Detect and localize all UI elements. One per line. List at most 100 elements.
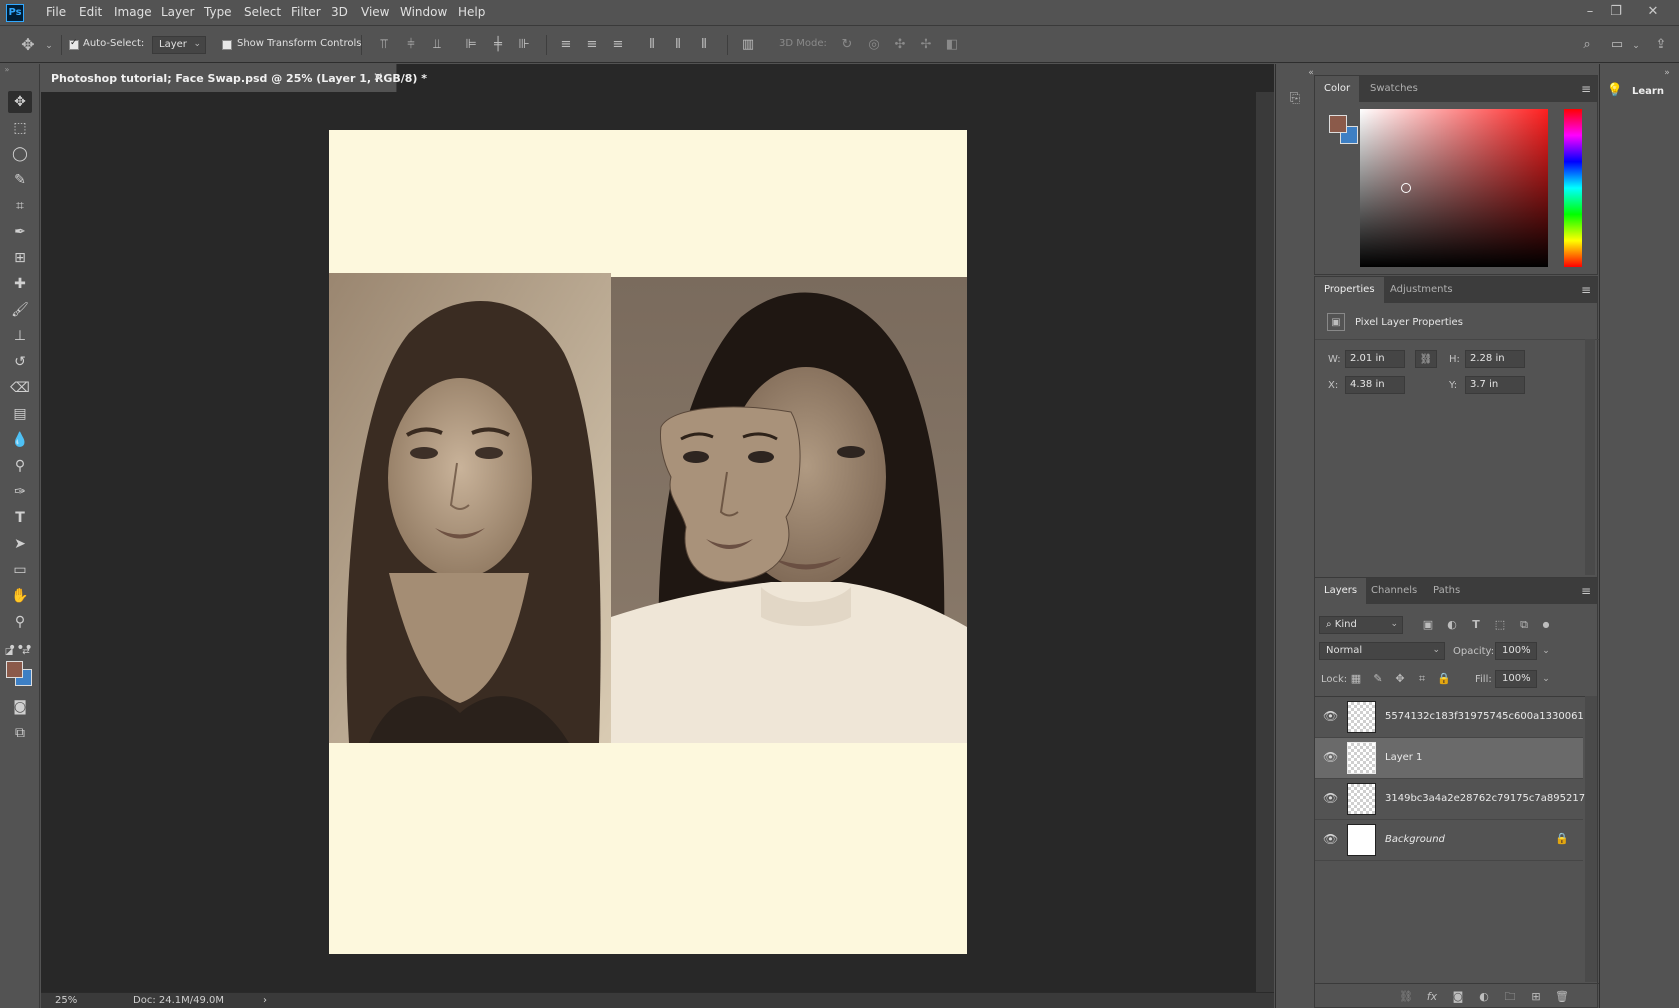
quick-selection-tool-icon[interactable]: ✎ (8, 169, 32, 191)
filter-pixel-icon[interactable]: ▣ (1419, 616, 1437, 634)
fill-chevron-icon[interactable]: ⌄ (1537, 670, 1555, 688)
menu-help[interactable]: Help (458, 5, 485, 19)
distribute-left-icon[interactable]: ⦀ (643, 36, 661, 54)
hue-slider[interactable] (1564, 109, 1582, 267)
share-icon[interactable]: ⇪ (1652, 36, 1670, 54)
panel-menu-icon[interactable]: ≡ (1581, 82, 1591, 96)
layer-name[interactable]: Layer 1 (1385, 752, 1422, 763)
workspace-icon[interactable]: ▭ (1608, 36, 1626, 54)
color-panel-fg-swatch[interactable] (1329, 115, 1347, 133)
orbit-3d-icon[interactable]: ↻ (838, 36, 856, 54)
expand-panels-icon[interactable]: » (1658, 64, 1676, 82)
filter-adjustment-icon[interactable]: ◐ (1443, 616, 1461, 634)
workspace-chevron-icon[interactable]: ⌄ (1627, 37, 1645, 55)
distribute-bottom-icon[interactable]: ≡ (609, 36, 627, 54)
layer-name[interactable]: 5574132c183f31975745c600a1330061 (1385, 711, 1584, 722)
distribute-top-icon[interactable]: ≡ (557, 36, 575, 54)
show-transform-checkbox[interactable] (222, 40, 232, 50)
delete-layer-icon[interactable]: 🗑 (1553, 988, 1571, 1006)
rectangle-tool-icon[interactable]: ▭ (8, 559, 32, 581)
color-picker-cursor[interactable] (1401, 183, 1411, 193)
tool-preset-chevron-icon[interactable]: ⌄ (40, 37, 58, 55)
distribute-right-icon[interactable]: ⦀ (695, 36, 713, 54)
menu-window[interactable]: Window (400, 5, 447, 19)
opacity-field[interactable]: 100% (1495, 642, 1537, 660)
tab-swatches[interactable]: Swatches (1361, 76, 1427, 102)
tab-paths[interactable]: Paths (1424, 578, 1469, 604)
dodge-tool-icon[interactable]: ⚲ (8, 455, 32, 477)
zoom-tool-icon[interactable]: ⚲ (8, 611, 32, 633)
roll-3d-icon[interactable]: ◎ (865, 36, 883, 54)
layer-row[interactable]: 👁 3149bc3a4a2e28762c79175c7a895217 (1315, 779, 1585, 820)
align-right-edges-icon[interactable]: ⊪ (515, 36, 533, 54)
layer-name[interactable]: 3149bc3a4a2e28762c79175c7a895217 (1385, 793, 1585, 804)
eraser-tool-icon[interactable]: ⌫ (8, 377, 32, 399)
frame-tool-icon[interactable]: ⊞ (8, 247, 32, 269)
healing-brush-tool-icon[interactable]: ✚ (8, 273, 32, 295)
default-colors-icon[interactable]: ◪ (3, 641, 15, 663)
filter-shape-icon[interactable]: ⬚ (1491, 616, 1509, 634)
status-arrow-icon[interactable]: › (263, 995, 267, 1006)
fill-field[interactable]: 100% (1495, 670, 1537, 688)
pan-3d-icon[interactable]: ✣ (891, 36, 909, 54)
layer-row[interactable]: 👁 5574132c183f31975745c600a1330061 (1315, 697, 1584, 738)
align-left-edges-icon[interactable]: ⊫ (462, 36, 480, 54)
move-tool-icon[interactable]: ✥ (8, 91, 32, 113)
foreground-color-swatch[interactable] (6, 661, 23, 678)
layer-filter-dropdown[interactable]: ⌕ Kind ⌄ (1319, 616, 1403, 634)
history-brush-tool-icon[interactable]: ↺ (8, 351, 32, 373)
eyedropper-tool-icon[interactable]: ✒ (8, 221, 32, 243)
type-tool-icon[interactable]: T (8, 507, 32, 529)
menu-3d[interactable]: 3D (331, 5, 348, 19)
lock-artboard-icon[interactable]: ⌗ (1413, 670, 1431, 688)
properties-scrollbar[interactable] (1585, 339, 1595, 575)
filter-type-icon[interactable]: T (1467, 616, 1485, 634)
auto-select-checkbox[interactable] (69, 38, 79, 50)
document-canvas[interactable] (329, 130, 967, 954)
hand-tool-icon[interactable]: ✋ (8, 585, 32, 607)
auto-align-layers-icon[interactable]: ▥ (739, 36, 757, 54)
adjustment-layer-icon[interactable]: ◐ (1475, 988, 1493, 1006)
close-tab-icon[interactable]: ✕ (373, 70, 383, 84)
height-field[interactable]: 2.28 in (1465, 350, 1525, 368)
quick-mask-icon[interactable]: ◙ (8, 696, 32, 718)
crop-tool-icon[interactable]: ⌗ (8, 195, 32, 217)
tab-color[interactable]: Color (1315, 76, 1360, 102)
screen-mode-icon[interactable]: ⧉ (8, 722, 32, 744)
distribute-vertical-centers-icon[interactable]: ≡ (583, 36, 601, 54)
close-window-icon[interactable]: ✕ (1642, 2, 1664, 22)
lock-position-icon[interactable]: ✥ (1391, 670, 1409, 688)
collapse-tools-icon[interactable]: » (2, 64, 12, 76)
layer-row[interactable]: 👁 Background 🔒 (1315, 820, 1583, 861)
menu-type[interactable]: Type (204, 5, 232, 19)
new-group-icon[interactable]: 🗀 (1501, 988, 1519, 1006)
blend-mode-dropdown[interactable]: Normal ⌄ (1319, 642, 1445, 660)
x-position-field[interactable]: 4.38 in (1345, 376, 1405, 394)
vertical-scrollbar[interactable] (1256, 92, 1274, 992)
gradient-tool-icon[interactable]: ▤ (8, 403, 32, 425)
lasso-tool-icon[interactable]: ◯ (8, 143, 32, 165)
link-dimensions-icon[interactable]: ⛓ (1415, 350, 1437, 368)
filter-toggle-icon[interactable]: ● (1537, 616, 1555, 634)
menu-edit[interactable]: Edit (79, 5, 102, 19)
slide-3d-icon[interactable]: ✢ (917, 36, 935, 54)
visibility-eye-icon[interactable]: 👁 (1323, 832, 1338, 846)
tab-layers[interactable]: Layers (1315, 578, 1367, 604)
color-field[interactable] (1360, 109, 1548, 267)
history-panel-icon[interactable]: ⎘ (1286, 90, 1304, 108)
learn-button[interactable]: 💡 Learn (1606, 82, 1676, 104)
document-tab[interactable]: Photoshop tutorial; Face Swap.psd @ 25% … (41, 64, 427, 92)
menu-filter[interactable]: Filter (291, 5, 321, 19)
lock-image-pixels-icon[interactable]: ✎ (1369, 670, 1387, 688)
menu-select[interactable]: Select (244, 5, 281, 19)
pen-tool-icon[interactable]: ✑ (8, 481, 32, 503)
width-field[interactable]: 2.01 in (1345, 350, 1405, 368)
menu-file[interactable]: File (46, 5, 66, 19)
blur-tool-icon[interactable]: 💧 (8, 429, 32, 451)
opacity-chevron-icon[interactable]: ⌄ (1537, 642, 1555, 660)
restore-icon[interactable]: ❐ (1605, 2, 1627, 22)
lock-transparent-pixels-icon[interactable]: ▦ (1347, 670, 1365, 688)
add-mask-icon[interactable]: ◙ (1449, 988, 1467, 1006)
move-tool-icon[interactable]: ✥ (19, 36, 37, 54)
brush-tool-icon[interactable]: 🖌 (8, 299, 32, 321)
